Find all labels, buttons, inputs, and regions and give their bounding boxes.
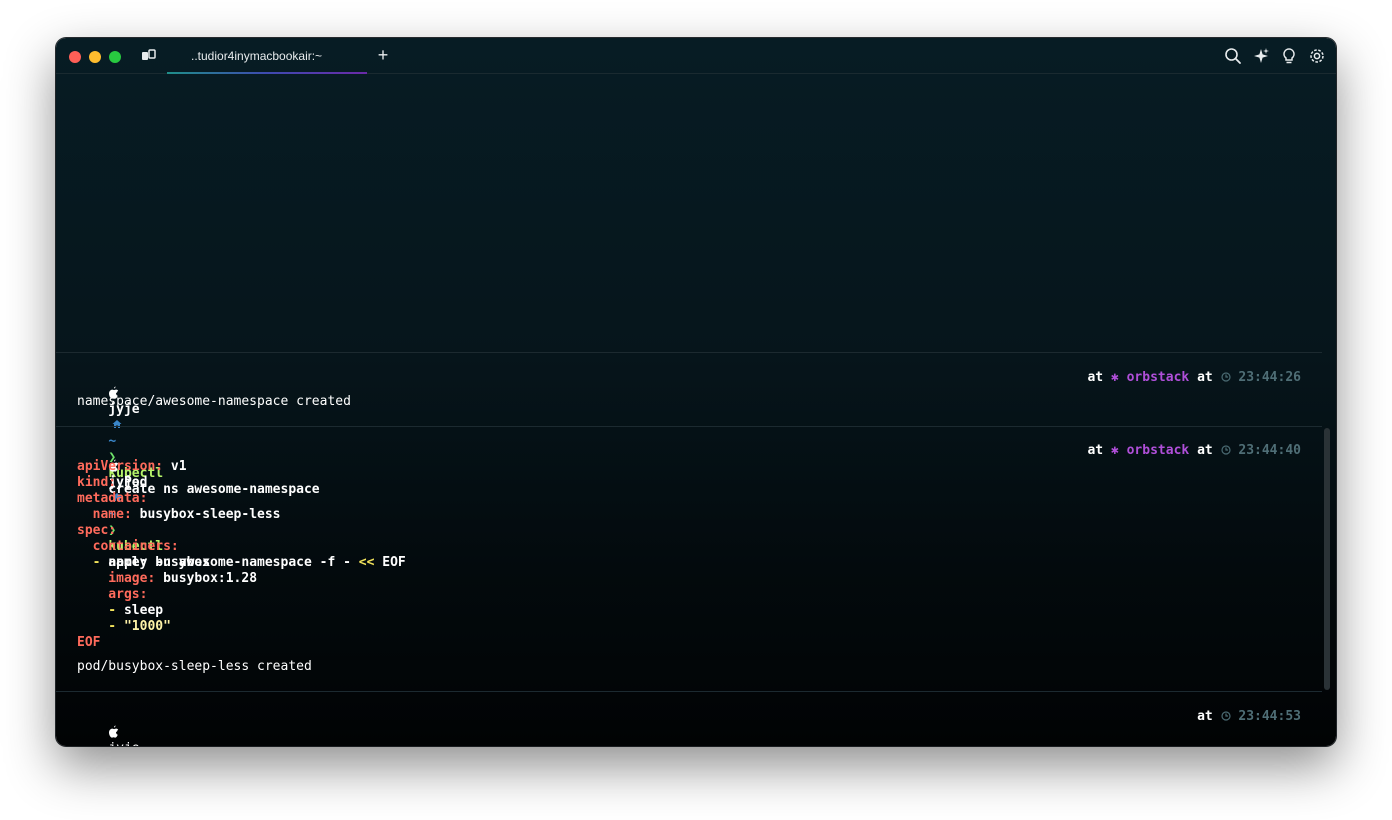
right-prompt: at ✱ orbstack at 23:44:26	[1087, 370, 1301, 386]
yaml-line: args:	[77, 587, 147, 603]
home-icon	[112, 420, 122, 428]
yaml-value: v1	[163, 459, 187, 474]
yaml-value: busybox:1.28	[155, 571, 258, 586]
search-icon[interactable]	[1224, 47, 1242, 65]
timestamp: 23:44:26	[1238, 370, 1301, 385]
yaml-value: sleep	[116, 603, 164, 618]
minimize-window-button[interactable]	[89, 51, 101, 63]
rprompt-at: at	[1087, 443, 1104, 458]
kube-context-icon: ✱	[1110, 443, 1119, 458]
yaml-line: EOF	[77, 635, 100, 651]
yaml-line: - "1000"	[77, 619, 171, 635]
yaml-line: apiVersion: v1	[77, 459, 187, 475]
yaml-key: kind:	[77, 475, 117, 490]
yaml-key: args:	[77, 587, 148, 602]
yaml-key: containers:	[77, 539, 179, 554]
command-output: pod/busybox-sleep-less created	[77, 659, 312, 674]
tab-title: ..tudior4inymacbookair:~	[191, 49, 323, 63]
new-tab-button[interactable]: +	[374, 46, 392, 64]
heredoc-tag: EOF	[374, 555, 406, 570]
scrollbar[interactable]	[1324, 428, 1330, 690]
active-tab-indicator	[167, 72, 367, 74]
yaml-string: "1000"	[116, 619, 171, 634]
yaml-key: name:	[77, 507, 132, 522]
gear-icon[interactable]	[1308, 47, 1326, 65]
yaml-line: image: busybox:1.28	[77, 571, 257, 587]
yaml-dash: -	[77, 603, 117, 618]
kube-context: orbstack	[1126, 443, 1190, 458]
yaml-value: busybox-sleep-less	[131, 507, 281, 522]
toolbar-icons	[1224, 47, 1326, 65]
timestamp: 23:44:53	[1238, 709, 1301, 724]
yaml-line: spec:	[77, 523, 116, 539]
yaml-line: containers:	[77, 539, 179, 555]
heredoc-operator: <<	[358, 555, 375, 570]
yaml-value: name: busybox	[100, 555, 211, 570]
right-prompt: at 23:44:53	[1197, 709, 1301, 725]
yaml-line: metadata:	[77, 491, 147, 507]
block-divider	[56, 426, 1322, 427]
command-output: namespace/awesome-namespace created	[77, 394, 351, 409]
yaml-key: image:	[77, 571, 156, 586]
close-window-button[interactable]	[69, 51, 81, 63]
yaml-line: - name: busybox	[77, 555, 210, 571]
rprompt-at: at	[1197, 370, 1213, 385]
yaml-dash: -	[77, 555, 101, 570]
yaml-line: - sleep	[77, 603, 163, 619]
yaml-key: apiVersion:	[77, 459, 164, 474]
kube-context-icon: ✱	[1110, 370, 1119, 385]
yaml-key: metadata:	[77, 491, 148, 506]
sidebar-toggle-icon[interactable]	[141, 48, 159, 64]
yaml-line: kind: Pod	[77, 475, 147, 491]
block-divider	[56, 352, 1322, 353]
lightbulb-icon[interactable]	[1280, 47, 1298, 65]
apple-icon	[109, 725, 119, 738]
zoom-window-button[interactable]	[109, 51, 121, 63]
block-divider	[56, 691, 1322, 692]
yaml-dash: -	[77, 619, 117, 634]
yaml-value: Pod	[116, 475, 148, 490]
tab-terminal[interactable]: ..tudior4inymacbookair:~	[167, 38, 367, 74]
prompt-user: jyje	[108, 741, 139, 746]
kube-context: orbstack	[1126, 370, 1190, 385]
right-prompt: at ✱ orbstack at 23:44:40	[1087, 443, 1301, 459]
timestamp: 23:44:40	[1238, 443, 1301, 458]
active-prompt-input[interactable]: jyje ~ ❯	[77, 709, 140, 746]
yaml-key: spec:	[77, 523, 117, 538]
rprompt-at: at	[1087, 370, 1104, 385]
terminal-window: ..tudior4inymacbookair:~ + jyje ~ ❯ kube…	[56, 38, 1336, 746]
clock-icon	[1220, 445, 1231, 455]
title-bar: ..tudior4inymacbookair:~ +	[56, 38, 1336, 74]
clock-icon	[1220, 711, 1231, 721]
rprompt-at: at	[1197, 443, 1213, 458]
clock-icon	[1220, 372, 1231, 382]
rprompt-at: at	[1197, 709, 1213, 724]
heredoc-end: EOF	[77, 635, 101, 650]
sparkle-ai-icon[interactable]	[1252, 47, 1270, 65]
yaml-line: name: busybox-sleep-less	[77, 507, 281, 523]
